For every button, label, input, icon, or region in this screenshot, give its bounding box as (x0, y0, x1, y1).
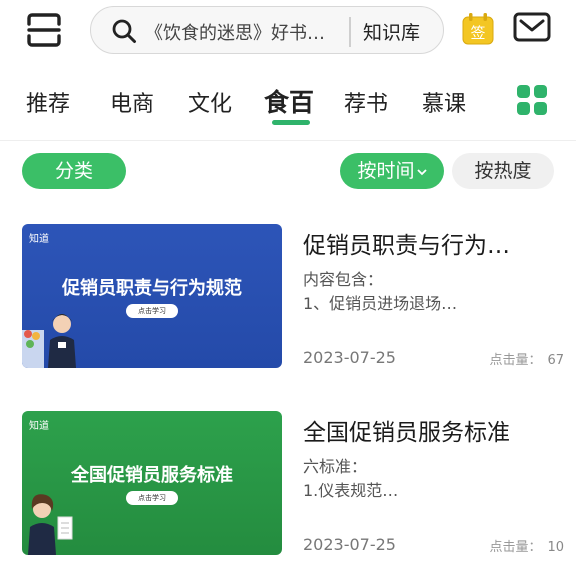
click-count-value: 10 (547, 540, 564, 555)
list-item[interactable]: 知道 全国促销员服务标准 点击学习 全国促销员服务标准 六标准： 1.仪表规范…… (0, 411, 576, 571)
tabs-divider (0, 140, 576, 141)
active-tab-indicator (272, 120, 310, 125)
tab-recommend[interactable]: 推荐 (26, 86, 70, 118)
article-date: 2023-07-25 (303, 348, 396, 367)
sign-in-icon[interactable]: 签 (461, 12, 495, 46)
article-desc-line: 六标准： (303, 457, 368, 476)
click-count-label: 点击量： (489, 540, 542, 555)
sign-in-label: 签 (470, 24, 485, 42)
sort-by-time-label: 按时间 (357, 160, 415, 182)
category-filter-label: 分类 (54, 160, 93, 182)
search-icon (112, 19, 136, 43)
article-desc-line: 内容包含： (303, 270, 384, 289)
thumbnail-title: 全国促销员服务标准 (71, 465, 233, 486)
sort-by-time-button[interactable]: 按时间 (340, 153, 444, 189)
thumbnail-title: 促销员职责与行为规范 (62, 278, 242, 299)
thumbnail-brand: 知道 (29, 234, 49, 245)
scan-icon[interactable] (26, 12, 62, 48)
click-count-label: 点击量： (489, 353, 542, 368)
thumbnail-brand: 知道 (29, 421, 49, 432)
tab-culture[interactable]: 文化 (188, 86, 232, 118)
promoter-illustration (28, 494, 73, 555)
list-item[interactable]: 知道 促销员职责与行为规范 点击学习 促销员职责与行为… 内容包含： 1、促销员… (0, 224, 576, 384)
tab-mooc[interactable]: 慕课 (422, 86, 466, 118)
article-title[interactable]: 促销员职责与行为… (303, 226, 565, 260)
sort-by-heat-label: 按热度 (474, 160, 532, 182)
knowledge-base-button[interactable]: 知识库 (363, 18, 420, 45)
thumbnail-study-button: 点击学习 (126, 304, 178, 318)
article-thumbnail[interactable]: 知道 全国促销员服务标准 点击学习 (22, 411, 282, 555)
article-desc-line: 1.仪表规范… (303, 481, 399, 500)
category-tabs: 推荐 电商 文化 食百 荐书 慕课 (0, 80, 576, 130)
article-click-count: 点击量： 67 (489, 349, 564, 368)
tab-food-general[interactable]: 食百 (264, 83, 314, 119)
article-thumbnail[interactable]: 知道 促销员职责与行为规范 点击学习 (22, 224, 282, 368)
promoter-illustration (22, 314, 76, 368)
search-placeholder: 《饮食的迷思》好书… (145, 23, 325, 44)
grid-icon[interactable] (516, 84, 548, 116)
sort-by-heat-button[interactable]: 按热度 (452, 153, 554, 189)
chevron-down-icon (416, 168, 427, 175)
click-count-value: 67 (547, 353, 564, 368)
search-bar[interactable]: 《饮食的迷思》好书… 知识库 (90, 6, 444, 54)
tab-ecommerce[interactable]: 电商 (110, 86, 154, 118)
article-date: 2023-07-25 (303, 535, 396, 554)
article-desc-line: 1、促销员进场退场… (303, 294, 458, 313)
category-filter-button[interactable]: 分类 (22, 153, 126, 189)
mail-icon[interactable] (513, 12, 551, 42)
tab-books[interactable]: 荐书 (344, 86, 388, 118)
article-title[interactable]: 全国促销员服务标准 (303, 413, 565, 447)
search-divider (349, 17, 351, 47)
top-bar: 《饮食的迷思》好书… 知识库 签 (0, 0, 576, 70)
thumbnail-study-button: 点击学习 (126, 491, 178, 505)
article-click-count: 点击量： 10 (489, 536, 564, 555)
